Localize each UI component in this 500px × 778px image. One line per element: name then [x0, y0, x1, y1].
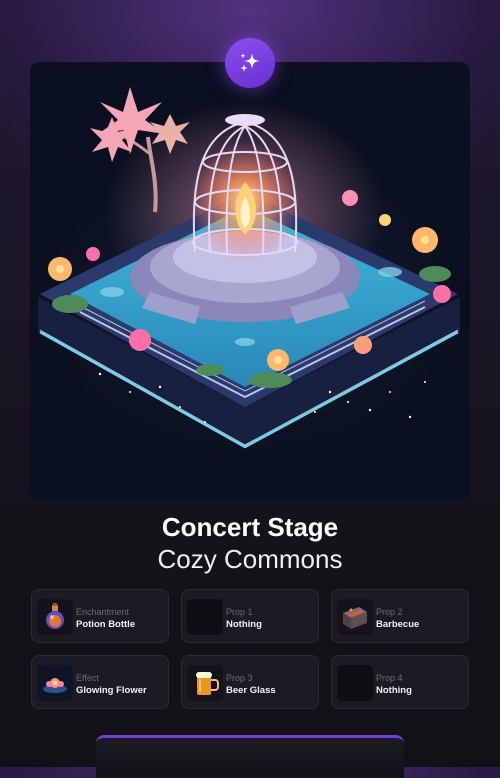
sparkles-badge: [225, 38, 275, 88]
concert-stage-artwork: [30, 62, 470, 500]
empty-slot-icon: [187, 599, 223, 635]
slot-card-prop-1[interactable]: Prop 1 Nothing: [181, 589, 319, 643]
slot-card-effect[interactable]: Effect Glowing Flower: [31, 655, 169, 709]
collection-name: Cozy Commons: [157, 544, 343, 574]
glowing-flower-icon: [37, 665, 73, 701]
slot-card-prop-3[interactable]: Prop 3 Beer Glass: [181, 655, 319, 709]
slot-card-enchantment[interactable]: Enchantment Potion Bottle: [31, 589, 169, 643]
slot-type-label: Effect: [76, 673, 99, 683]
barbecue-icon: [337, 599, 373, 635]
slot-value-label: Potion Bottle: [76, 619, 136, 630]
item-title: Concert Stage: [161, 512, 339, 542]
slot-card-prop-4[interactable]: Prop 4 Nothing: [331, 655, 469, 709]
slot-type-label: Prop 3: [226, 673, 253, 683]
slot-type-label: Prop 4: [376, 673, 403, 683]
slot-value-label: Glowing Flower: [76, 685, 147, 696]
slot-type-label: Prop 1: [226, 607, 253, 617]
slot-value-label: Nothing: [376, 685, 412, 696]
slot-card-prop-2[interactable]: Prop 2 Barbecue: [331, 589, 469, 643]
slot-value-label: Barbecue: [376, 619, 420, 630]
slot-value-label: Beer Glass: [226, 685, 276, 696]
potion-bottle-icon: [37, 599, 73, 635]
empty-slot-icon: [337, 665, 373, 701]
slot-type-label: Prop 2: [376, 607, 403, 617]
bottom-action-panel[interactable]: [96, 735, 404, 778]
slot-value-label: Nothing: [226, 619, 262, 630]
slot-type-label: Enchantment: [76, 607, 130, 617]
beer-glass-icon: [187, 665, 223, 701]
sparkles-icon: [240, 53, 260, 72]
